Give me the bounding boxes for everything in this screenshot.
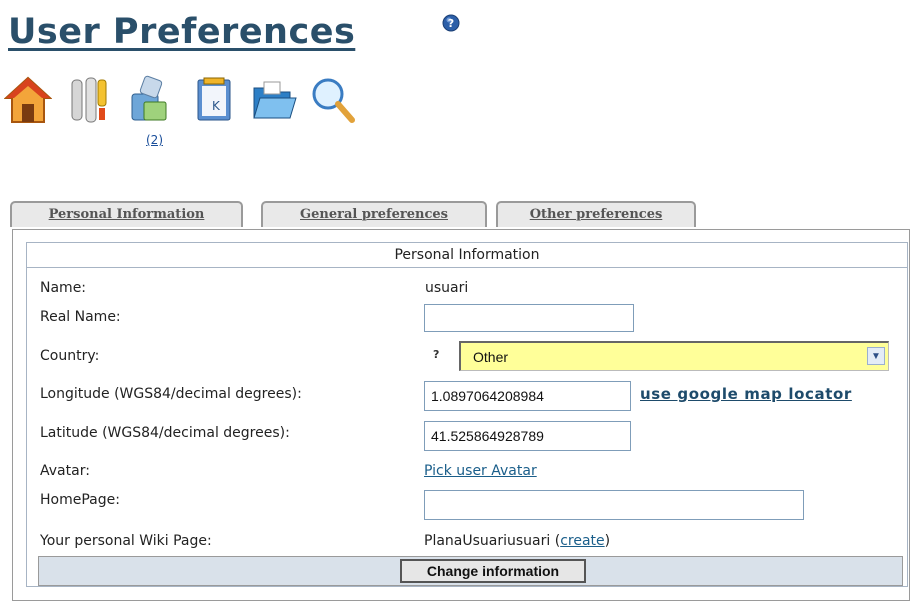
- wiki-create-link[interactable]: create: [560, 533, 604, 549]
- homepage-input[interactable]: [424, 490, 804, 520]
- change-information-button[interactable]: Change information: [400, 559, 586, 583]
- country-label: Country:: [40, 348, 100, 364]
- longitude-input[interactable]: 1.0897064208984: [424, 381, 631, 411]
- country-select-value: Other: [473, 349, 509, 365]
- messages-icon[interactable]: [126, 74, 174, 126]
- country-select[interactable]: Other ▼: [459, 341, 889, 371]
- help-icon[interactable]: ?: [442, 14, 460, 32]
- tab-other-preferences[interactable]: Other preferences: [496, 201, 696, 227]
- tab-general-preferences[interactable]: General preferences: [261, 201, 487, 227]
- search-icon[interactable]: [308, 74, 356, 126]
- message-count[interactable]: (2): [146, 133, 163, 147]
- name-label: Name:: [40, 280, 87, 296]
- tab-personal-information[interactable]: Personal Information: [10, 201, 243, 227]
- realname-label: Real Name:: [40, 309, 121, 325]
- pick-avatar-link[interactable]: Pick user Avatar: [424, 463, 537, 479]
- latitude-input[interactable]: 41.525864928789: [424, 421, 631, 451]
- wiki-page: PlanaUsuariusuari (create): [424, 533, 610, 549]
- realname-input[interactable]: [424, 304, 634, 332]
- section-title: Personal Information: [26, 242, 908, 268]
- svg-text:?: ?: [448, 17, 454, 30]
- wiki-label: Your personal Wiki Page:: [40, 533, 212, 549]
- chevron-down-icon[interactable]: ▼: [867, 347, 885, 365]
- tools-icon[interactable]: [64, 74, 112, 126]
- notepad-icon[interactable]: K: [190, 74, 238, 126]
- homepage-label: HomePage:: [40, 492, 120, 508]
- svg-text:K: K: [212, 99, 221, 113]
- avatar-label: Avatar:: [40, 463, 90, 479]
- longitude-label: Longitude (WGS84/decimal degrees):: [40, 386, 302, 402]
- submit-row: Change information: [38, 556, 903, 586]
- page-title: User Preferences: [8, 12, 356, 52]
- wiki-page-name: PlanaUsuariusuari: [424, 533, 551, 549]
- icon-toolbar: K: [4, 74, 424, 150]
- folder-icon[interactable]: [250, 74, 298, 126]
- home-icon[interactable]: [4, 74, 52, 126]
- name-value: usuari: [425, 280, 469, 296]
- latitude-label: Latitude (WGS84/decimal degrees):: [40, 425, 290, 441]
- google-map-locator-link[interactable]: use google map locator: [640, 385, 852, 403]
- country-help[interactable]: ?: [433, 348, 439, 361]
- wiki-close-paren: ): [604, 533, 611, 549]
